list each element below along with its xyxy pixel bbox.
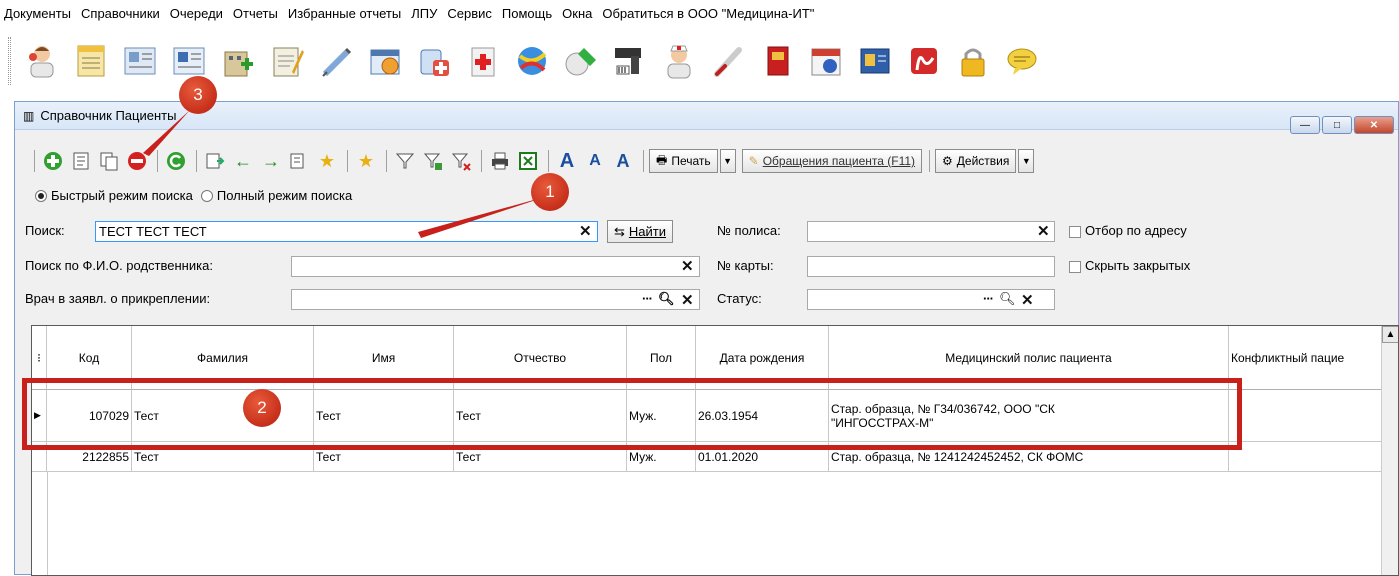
annotation-badge-3: 3 bbox=[179, 76, 217, 114]
annotation-badge-2: 2 bbox=[243, 389, 281, 427]
annotation-badge-1: 1 bbox=[531, 173, 569, 211]
annotation-highlight-box bbox=[22, 378, 1242, 450]
